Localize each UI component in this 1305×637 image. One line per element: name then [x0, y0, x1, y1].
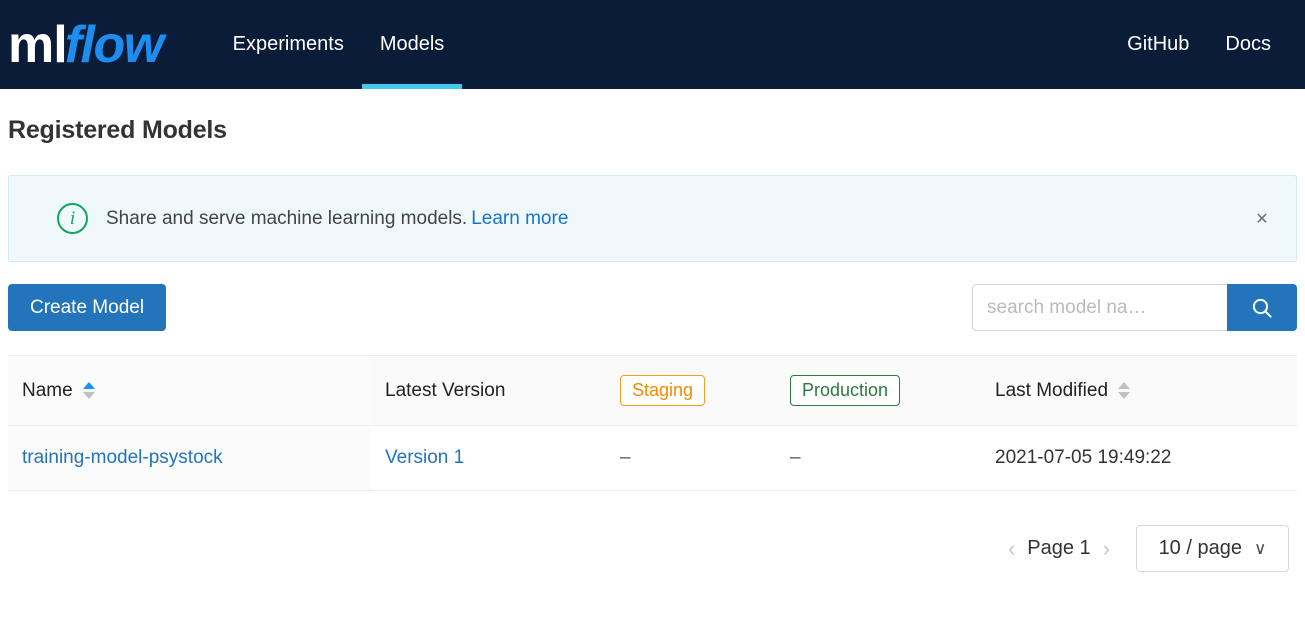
page-content: Registered Models i Share and serve mach…: [0, 116, 1305, 572]
create-model-button[interactable]: Create Model: [8, 284, 167, 331]
last-modified-value: 2021-07-05 19:49:22: [995, 447, 1172, 468]
caret-down-icon: [82, 392, 95, 399]
navbar-right-group: GitHub Docs: [1109, 0, 1289, 89]
column-header-name-label: Name: [22, 379, 73, 401]
nav-link-github[interactable]: GitHub: [1109, 33, 1207, 56]
tab-models[interactable]: Models: [361, 0, 463, 89]
navbar-left-group: ml flow Experiments Models: [0, 0, 463, 89]
status-badge-production: Production: [790, 375, 901, 406]
top-navbar: ml flow Experiments Models GitHub Docs: [0, 0, 1305, 89]
tab-models-label: Models: [379, 33, 445, 55]
column-header-name[interactable]: Name: [8, 356, 371, 425]
search-input[interactable]: [972, 284, 1227, 331]
cell-last-modified: 2021-07-05 19:49:22: [981, 426, 1297, 490]
model-name-link[interactable]: training-model-psystock: [22, 447, 223, 469]
mlflow-logo[interactable]: ml flow: [0, 0, 164, 89]
caret-up-icon: [82, 382, 95, 389]
info-banner-text: Share and serve machine learning models.: [106, 207, 468, 229]
page-title: Registered Models: [8, 116, 227, 144]
table-row: training-model-psystock Version 1 – – 20…: [8, 426, 1297, 490]
page-size-label: 10 / page: [1158, 537, 1242, 559]
tab-experiments[interactable]: Experiments: [215, 0, 362, 89]
latest-version-link[interactable]: Version 1: [385, 447, 464, 469]
info-circle-icon: i: [57, 203, 88, 234]
column-header-latest-version-label: Latest Version: [385, 379, 506, 401]
logo-text-flow: flow: [64, 15, 164, 74]
page-number-label: Page 1: [1027, 537, 1091, 559]
tab-experiments-label: Experiments: [232, 33, 344, 55]
column-header-last-modified[interactable]: Last Modified: [981, 356, 1297, 425]
staging-value: –: [620, 447, 631, 468]
close-icon[interactable]: ✕: [1250, 207, 1274, 231]
pagination: ‹ Page 1 › 10 / page ∨: [8, 525, 1297, 572]
models-toolbar: Create Model: [8, 284, 1297, 331]
registered-models-table: Name Latest Version Staging Production L…: [8, 355, 1297, 491]
cell-model-name: training-model-psystock: [8, 426, 371, 490]
column-header-latest-version: Latest Version: [371, 356, 606, 425]
search-button[interactable]: [1227, 284, 1297, 331]
production-value: –: [790, 447, 801, 468]
chevron-left-icon[interactable]: ‹: [998, 537, 1025, 560]
chevron-right-icon[interactable]: ›: [1093, 537, 1120, 560]
cell-production: –: [776, 426, 981, 490]
table-header-row: Name Latest Version Staging Production L…: [8, 356, 1297, 426]
search-group: [972, 284, 1297, 331]
sort-icon-last-modified[interactable]: [1118, 382, 1131, 399]
column-header-staging: Staging: [606, 356, 776, 425]
column-header-last-modified-label: Last Modified: [995, 379, 1109, 401]
status-badge-staging: Staging: [620, 375, 706, 406]
caret-up-icon: [1118, 382, 1131, 389]
nav-link-docs[interactable]: Docs: [1207, 33, 1289, 56]
search-icon: [1252, 298, 1272, 318]
info-banner: i Share and serve machine learning model…: [8, 175, 1297, 262]
logo-text-ml: ml: [8, 15, 68, 74]
sort-icon-name[interactable]: [82, 382, 95, 399]
learn-more-link[interactable]: Learn more: [471, 208, 568, 230]
chevron-down-icon: ∨: [1253, 538, 1267, 558]
cell-latest-version: Version 1: [371, 426, 606, 490]
column-header-production: Production: [776, 356, 981, 425]
page-size-select[interactable]: 10 / page ∨: [1136, 525, 1289, 572]
cell-staging: –: [606, 426, 776, 490]
caret-down-icon: [1118, 392, 1131, 399]
navbar-tabs: Experiments Models: [215, 0, 463, 89]
